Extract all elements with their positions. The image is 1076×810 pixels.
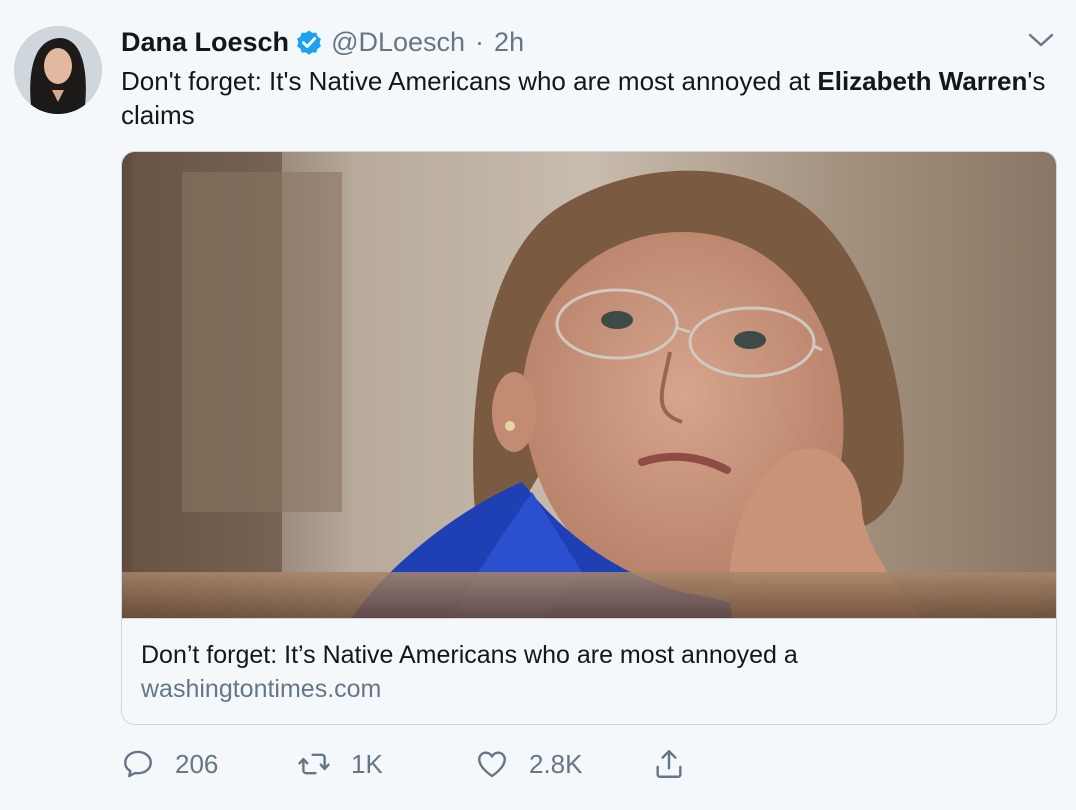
verified-badge-icon xyxy=(294,27,324,57)
card-image[interactable] xyxy=(122,152,1056,619)
card-title[interactable]: Don’t forget: It’s Native Americans who … xyxy=(141,641,798,670)
user-handle[interactable]: @DLoesch xyxy=(331,27,465,58)
heart-icon xyxy=(478,751,506,778)
display-name[interactable]: Dana Loesch xyxy=(121,27,289,58)
tweet-text: Don't forget: It's Native Americans who … xyxy=(121,64,1051,132)
reply-icon xyxy=(124,750,152,778)
link-card[interactable]: Don’t forget: It’s Native Americans who … xyxy=(121,151,1057,725)
card-domain[interactable]: washingtontimes.com xyxy=(141,675,381,704)
reply-count: 206 xyxy=(175,748,219,779)
tweet-text-bold: Elizabeth Warren xyxy=(817,66,1028,96)
share-button[interactable] xyxy=(652,742,686,786)
tweet-header: Dana Loesch @DLoesch · 2h xyxy=(121,22,524,62)
retweet-icon xyxy=(298,753,330,775)
tweet-actions: 206 1K 2.8K xyxy=(121,742,721,786)
tweet-text-part: Don't forget: It's Native Americans who … xyxy=(121,66,818,96)
avatar[interactable] xyxy=(14,26,102,114)
reply-button[interactable]: 206 xyxy=(121,742,218,786)
share-icon xyxy=(656,750,682,778)
chevron-down-icon[interactable] xyxy=(1027,30,1055,50)
tweet[interactable]: Dana Loesch @DLoesch · 2h Don't forget: … xyxy=(0,0,1076,810)
retweet-button[interactable]: 1K xyxy=(297,742,383,786)
like-button[interactable]: 2.8K xyxy=(475,742,583,786)
tweet-timestamp[interactable]: 2h xyxy=(494,27,524,58)
like-count: 2.8K xyxy=(529,748,583,779)
retweet-count: 1K xyxy=(351,748,383,779)
separator-dot: · xyxy=(475,26,485,57)
